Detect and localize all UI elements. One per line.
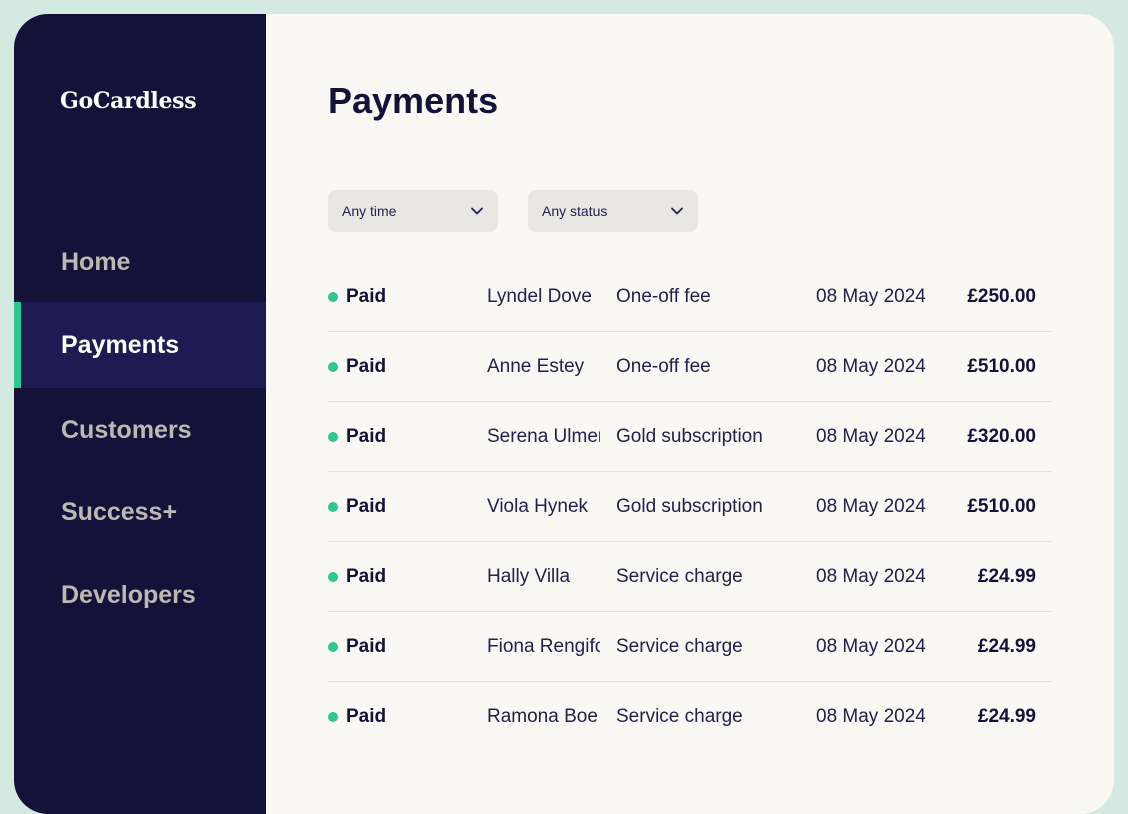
- sidebar-item-home[interactable]: Home: [14, 219, 266, 305]
- customer-name: Anne Estey: [487, 356, 585, 377]
- payment-date: 08 May 2024: [816, 566, 926, 587]
- gocardless-logo[interactable]: GoCardless: [60, 88, 197, 114]
- payment-description: Gold subscription: [616, 496, 763, 517]
- payment-status: Paid: [346, 566, 387, 587]
- table-row[interactable]: Paid Fiona Rengifo Service charge 08 May…: [328, 612, 1052, 682]
- payment-date: 08 May 2024: [816, 636, 926, 657]
- table-row[interactable]: Paid Anne Estey One-off fee 08 May 2024 …: [328, 332, 1052, 402]
- status-dot-icon: [328, 642, 338, 652]
- table-row[interactable]: Paid Serena Ulmer Gold subscription 08 M…: [328, 402, 1052, 472]
- payment-amount: £320.00: [967, 426, 1036, 447]
- sidebar-item-developers[interactable]: Developers: [14, 552, 266, 638]
- payment-amount: £24.99: [977, 706, 1036, 727]
- status-dot-icon: [328, 292, 338, 302]
- payment-date: 08 May 2024: [816, 706, 926, 727]
- payment-description: Gold subscription: [616, 426, 763, 447]
- payment-description: Service charge: [616, 706, 743, 727]
- payment-status: Paid: [346, 426, 387, 447]
- payment-description: Service charge: [616, 636, 743, 657]
- payment-amount: £24.99: [977, 636, 1036, 657]
- status-dot-icon: [328, 502, 338, 512]
- status-filter-dropdown[interactable]: Any status: [528, 190, 698, 232]
- table-row[interactable]: Paid Lyndel Dove One-off fee 08 May 2024…: [328, 262, 1052, 332]
- payment-amount: £510.00: [967, 496, 1036, 517]
- payment-description: One-off fee: [616, 286, 711, 307]
- status-dot-icon: [328, 572, 338, 582]
- chevron-down-icon: [471, 207, 483, 215]
- payment-amount: £24.99: [977, 566, 1036, 587]
- customer-name: Lyndel Dove: [487, 286, 592, 307]
- sidebar-item-payments[interactable]: Payments: [14, 302, 266, 388]
- payment-status: Paid: [346, 356, 387, 377]
- customer-name: Hally Villa: [487, 566, 571, 587]
- customer-name: Viola Hynek: [487, 496, 589, 517]
- payment-date: 08 May 2024: [816, 356, 926, 377]
- payment-status: Paid: [346, 636, 387, 657]
- app-window: GoCardless Home Payments Customers Succe…: [14, 14, 1114, 814]
- page-title: Payments: [328, 80, 499, 121]
- payment-status: Paid: [346, 286, 387, 307]
- payment-description: One-off fee: [616, 356, 711, 377]
- customer-name: Serena Ulmer: [487, 426, 600, 447]
- time-filter-value: Any time: [342, 203, 397, 219]
- table-row[interactable]: Paid Ramona Boe Service charge 08 May 20…: [328, 682, 1052, 751]
- status-dot-icon: [328, 712, 338, 722]
- customer-name: Ramona Boe: [487, 706, 598, 727]
- sidebar-item-customers[interactable]: Customers: [14, 387, 266, 473]
- customer-name: Fiona Rengifo: [487, 636, 600, 657]
- payment-description: Service charge: [616, 566, 743, 587]
- table-row[interactable]: Paid Viola Hynek Gold subscription 08 Ma…: [328, 472, 1052, 542]
- sidebar: GoCardless Home Payments Customers Succe…: [14, 14, 266, 814]
- table-row[interactable]: Paid Hally Villa Service charge 08 May 2…: [328, 542, 1052, 612]
- status-dot-icon: [328, 432, 338, 442]
- payment-date: 08 May 2024: [816, 496, 926, 517]
- payment-date: 08 May 2024: [816, 286, 926, 307]
- status-filter-value: Any status: [542, 203, 608, 219]
- payment-status: Paid: [346, 496, 387, 517]
- sidebar-item-success-plus[interactable]: Success+: [14, 469, 266, 555]
- main-content: Payments Any time Any status Paid Lyndel…: [266, 14, 1114, 814]
- payment-status: Paid: [346, 706, 387, 727]
- payment-amount: £510.00: [967, 356, 1036, 377]
- payments-table: Paid Lyndel Dove One-off fee 08 May 2024…: [328, 262, 1052, 751]
- status-dot-icon: [328, 362, 338, 372]
- time-filter-dropdown[interactable]: Any time: [328, 190, 498, 232]
- payment-amount: £250.00: [967, 286, 1036, 307]
- payment-date: 08 May 2024: [816, 426, 926, 447]
- chevron-down-icon: [671, 207, 683, 215]
